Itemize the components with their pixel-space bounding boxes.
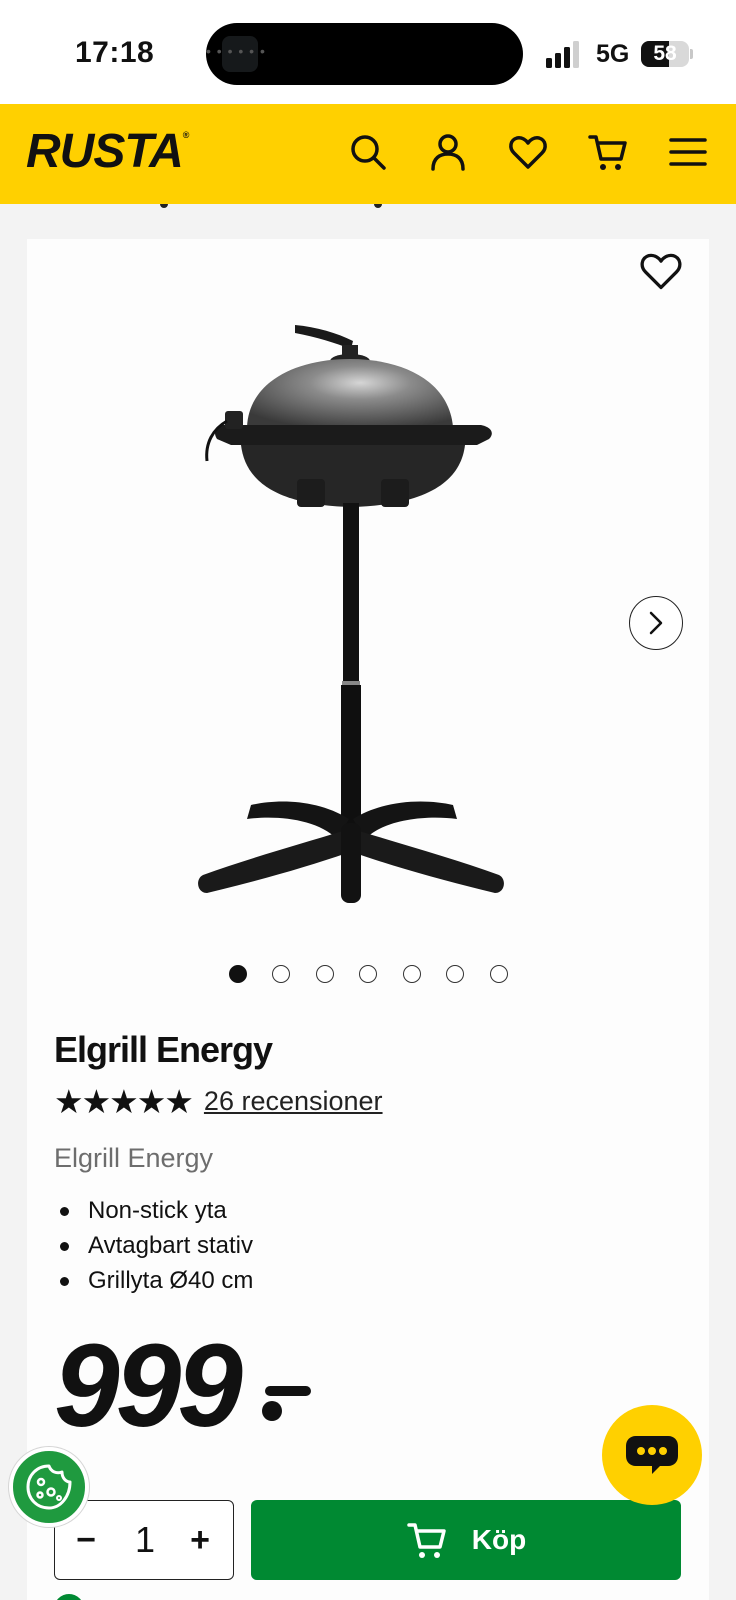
product-rating: ★★★★★ 26 recensioner [54, 1081, 383, 1121]
menu-icon[interactable] [664, 128, 712, 176]
feature-item: Non-stick yta [54, 1193, 253, 1228]
dynamic-island: • • • • • • [206, 23, 523, 85]
account-icon[interactable] [424, 128, 472, 176]
star-rating-icon: ★★★★★ [54, 1082, 194, 1120]
stock-status-icon [54, 1594, 84, 1600]
buy-button-label: Köp [471, 1524, 527, 1555]
cart-icon[interactable] [584, 128, 632, 176]
cookie-icon [26, 1464, 72, 1510]
product-subtitle: Elgrill Energy [54, 1143, 214, 1173]
product-price: 999 [54, 1320, 243, 1452]
logo-text: RUSTA [26, 125, 184, 178]
carousel-dot[interactable] [446, 965, 464, 983]
product-card: Elgrill Energy ★★★★★ 26 recensioner Elgr… [27, 239, 709, 1600]
price-dash [265, 1386, 311, 1396]
carousel-dot[interactable] [272, 965, 290, 983]
signal-icon [546, 41, 579, 68]
feature-list: Non-stick yta Avtagbart stativ Grillyta Ø4… [54, 1193, 253, 1298]
product-title: Elgrill Energy [54, 1029, 273, 1070]
carousel-dot[interactable] [315, 965, 334, 983]
increase-quantity-button[interactable]: + [175, 1513, 225, 1567]
chat-button[interactable] [602, 1405, 702, 1505]
quantity-stepper: − 1 + [54, 1500, 234, 1580]
quantity-value[interactable]: 1 [115, 1513, 175, 1567]
status-time: 17:18 [75, 36, 155, 69]
registered-mark: ® [182, 130, 190, 140]
buy-button[interactable]: Köp [251, 1500, 681, 1580]
reviews-link[interactable]: 26 recensioner [204, 1086, 383, 1117]
carousel-dot[interactable] [359, 965, 377, 983]
wishlist-icon[interactable] [504, 128, 552, 176]
cookie-settings-button[interactable] [9, 1447, 89, 1527]
status-bar: 17:18 • • • • • • 5G 58 [0, 0, 736, 104]
chat-icon [626, 1436, 678, 1474]
product-image[interactable] [177, 319, 557, 939]
carousel-dot[interactable] [489, 965, 508, 983]
next-image-button[interactable] [629, 596, 683, 650]
breadcrumb [0, 204, 736, 214]
feature-item: Grillyta Ø40 cm [54, 1263, 253, 1298]
rusta-logo[interactable]: RUSTA® [26, 124, 190, 179]
add-to-wishlist-icon[interactable] [639, 249, 683, 293]
network-type: 5G [596, 40, 630, 68]
cart-icon [407, 1523, 446, 1558]
battery-tip [690, 49, 693, 59]
carousel-dot[interactable] [228, 965, 247, 983]
feature-item: Avtagbart stativ [54, 1228, 253, 1263]
image-carousel-dots [27, 965, 709, 985]
carousel-dot[interactable] [402, 965, 421, 983]
battery-level: 58 [653, 42, 677, 65]
price-dot [262, 1401, 282, 1421]
site-header: RUSTA® [0, 104, 736, 204]
chevron-right-icon [649, 611, 663, 635]
search-icon[interactable] [344, 128, 392, 176]
battery-icon: 58 [641, 41, 689, 67]
